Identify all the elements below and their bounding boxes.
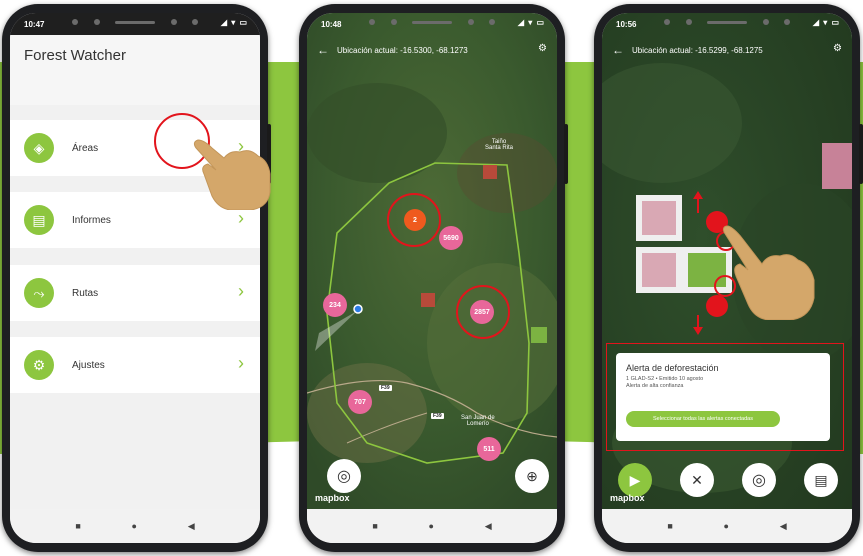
report-button[interactable]: ▤ <box>804 463 838 497</box>
mapbox-logo: mapbox <box>315 493 350 503</box>
menu-item-routes[interactable]: ⤳ Rutas › <box>10 265 260 321</box>
menu-item-settings[interactable]: ⚙ Ajustes › <box>10 337 260 393</box>
status-time: 10:47 <box>24 19 45 29</box>
menu-screen: 10:47 ◢ ▾ ▭ Forest Watcher ◈ Áreas › ▤ I… <box>10 13 260 543</box>
back-arrow-icon[interactable]: ← <box>317 43 329 57</box>
camera-notch <box>369 15 495 29</box>
satellite-map[interactable]: ← Ubicación actual: -16.5300, -68.1273 ⚙… <box>307 13 557 509</box>
locate-button[interactable]: ◎ <box>742 463 776 497</box>
menu-item-label: Ajustes <box>72 359 105 371</box>
alert-square[interactable] <box>822 143 852 189</box>
gear-icon[interactable]: ⚙ <box>833 43 842 54</box>
phone-menu: 10:47 ◢ ▾ ▭ Forest Watcher ◈ Áreas › ▤ I… <box>2 4 271 552</box>
pointing-hand-icon <box>723 225 815 320</box>
alert-cluster[interactable]: 234 <box>323 293 347 317</box>
camera-notch <box>72 15 198 29</box>
back-arrow-icon[interactable]: ← <box>612 43 624 57</box>
alert-tile-fill <box>642 201 676 235</box>
chevron-right-icon: › <box>238 281 244 301</box>
tap-highlight-circle <box>456 285 510 339</box>
home-icon[interactable]: ● <box>724 521 729 531</box>
pointing-hand-icon <box>193 139 271 210</box>
locate-button[interactable]: ◎ <box>327 459 361 493</box>
status-icons: ◢ ▾ ▭ <box>517 18 545 27</box>
android-nav-bar: ■ ● ◀ <box>307 509 557 543</box>
report-icon: ▤ <box>814 471 828 488</box>
crosshair-icon: ◎ <box>752 472 766 489</box>
road-label: F39 <box>431 413 444 419</box>
recents-icon[interactable]: ■ <box>372 521 377 531</box>
play-icon: ▶ <box>629 471 641 488</box>
reports-icon: ▤ <box>24 205 54 235</box>
menu-item-label: Informes <box>72 214 111 226</box>
back-icon[interactable]: ◀ <box>188 521 195 532</box>
map-screen: ← Ubicación actual: -16.5300, -68.1273 ⚙… <box>307 13 557 543</box>
settings-icon: ⚙ <box>24 350 54 380</box>
highlight-rectangle <box>606 343 844 451</box>
close-icon: ✕ <box>691 471 703 488</box>
back-icon[interactable]: ◀ <box>485 521 492 532</box>
status-icons: ◢ ▾ ▭ <box>220 18 248 27</box>
routes-icon: ⤳ <box>24 278 54 308</box>
alert-square[interactable] <box>531 327 547 343</box>
close-button[interactable]: ✕ <box>680 463 714 497</box>
gear-icon[interactable]: ⚙ <box>538 43 547 54</box>
alert-cluster[interactable]: 707 <box>348 390 372 414</box>
status-bar: 10:48 ◢ ▾ ▭ <box>307 13 557 35</box>
phone-map: ← Ubicación actual: -16.5300, -68.1273 ⚙… <box>299 4 568 552</box>
recents-icon[interactable]: ■ <box>75 521 80 531</box>
status-bar: 10:56 ◢ ▾ ▭ <box>602 13 852 35</box>
back-icon[interactable]: ◀ <box>780 521 787 532</box>
play-button[interactable]: ▶ <box>618 463 652 497</box>
status-time: 10:56 <box>616 19 637 29</box>
road-label: F39 <box>379 385 392 391</box>
mapbox-logo: mapbox <box>610 493 645 503</box>
status-bar: 10:47 ◢ ▾ ▭ <box>10 13 260 35</box>
android-nav-bar: ■ ● ◀ <box>10 509 260 543</box>
alert-tile-fill <box>642 253 676 287</box>
app-header: Forest Watcher <box>10 35 260 105</box>
map-top-bar: ← Ubicación actual: -16.5300, -68.1273 ⚙ <box>307 35 557 65</box>
menu-item-label: Rutas <box>72 287 99 299</box>
map-top-bar: ← Ubicación actual: -16.5299, -68.1275 ⚙ <box>602 35 852 65</box>
app-title: Forest Watcher <box>24 47 126 64</box>
place-label: Taiño Santa Rita <box>485 139 514 151</box>
alert-tile-selected[interactable] <box>636 195 682 241</box>
add-pin-icon: ⊕ <box>526 467 538 484</box>
alert-cluster[interactable]: 511 <box>477 437 501 461</box>
alert-cluster[interactable]: 5690 <box>439 226 463 250</box>
phone-side-button <box>859 124 863 184</box>
satellite-imagery <box>307 13 557 509</box>
android-nav-bar: ■ ● ◀ <box>602 509 852 543</box>
current-location-text: Ubicación actual: -16.5299, -68.1275 <box>632 45 763 55</box>
status-icons: ◢ ▾ ▭ <box>812 18 840 27</box>
home-icon[interactable]: ● <box>429 521 434 531</box>
chevron-right-icon: › <box>238 353 244 373</box>
camera-notch <box>664 15 790 29</box>
alert-square[interactable] <box>483 165 497 179</box>
tap-highlight-circle <box>387 193 441 247</box>
alert-square[interactable] <box>421 293 435 307</box>
areas-icon: ◈ <box>24 133 54 163</box>
crosshair-icon: ◎ <box>337 468 351 485</box>
place-label: San Juan de Lomerío <box>461 415 495 427</box>
add-report-button[interactable]: ⊕ <box>515 459 549 493</box>
chevron-right-icon: › <box>238 208 244 228</box>
recents-icon[interactable]: ■ <box>667 521 672 531</box>
home-icon[interactable]: ● <box>132 521 137 531</box>
current-location-text: Ubicación actual: -16.5300, -68.1273 <box>337 45 468 55</box>
phone-side-button <box>564 124 568 184</box>
status-time: 10:48 <box>321 19 342 29</box>
menu-item-label: Áreas <box>72 142 99 154</box>
